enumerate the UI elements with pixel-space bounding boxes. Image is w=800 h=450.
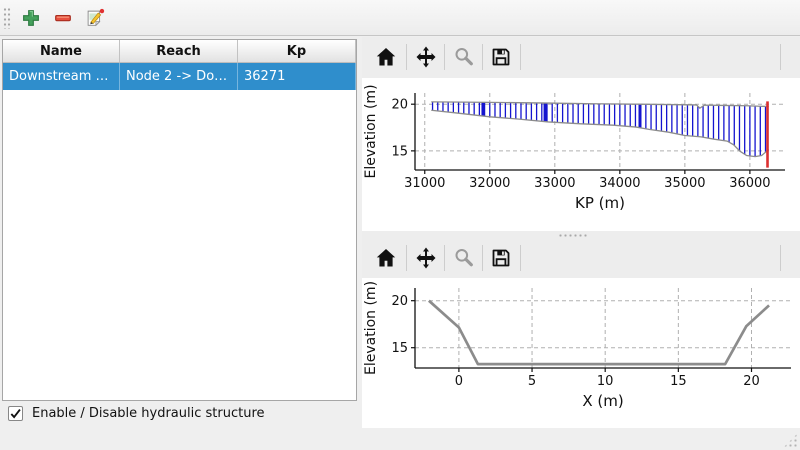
cell-kp: 36271 — [238, 63, 356, 90]
toolbar-separator — [780, 245, 781, 271]
remove-structure-button[interactable] — [51, 6, 75, 30]
table-row-selected[interactable]: Downstream weir Node 2 -> Down… 36271 — [3, 63, 356, 90]
toolbar-separator — [406, 245, 407, 271]
svg-text:32000: 32000 — [469, 176, 510, 191]
column-header-reach[interactable]: Reach — [120, 40, 238, 62]
svg-text:5: 5 — [528, 374, 536, 389]
svg-text:15: 15 — [670, 374, 687, 389]
home-button[interactable] — [374, 246, 398, 270]
pan-icon — [414, 246, 438, 270]
svg-text:20: 20 — [391, 98, 408, 113]
toolbar-drag-handle[interactable] — [3, 7, 11, 29]
enable-structure-checkbox[interactable] — [8, 406, 23, 421]
toolbar-separator — [520, 245, 521, 271]
save-icon — [489, 246, 513, 270]
svg-text:10: 10 — [597, 374, 614, 389]
cell-reach: Node 2 -> Down… — [120, 63, 238, 90]
home-icon — [374, 45, 398, 69]
zoom-button[interactable] — [452, 45, 476, 69]
enable-structure-row: Enable / Disable hydraulic structure — [8, 406, 265, 421]
check-icon — [9, 407, 22, 420]
svg-text:20: 20 — [743, 374, 760, 389]
toolbar-separator — [444, 44, 445, 70]
kp-profile-panel: 31000 32000 33000 34000 35000 36000 15 20 KP (m)… — [362, 37, 800, 231]
svg-text:36000: 36000 — [729, 176, 770, 191]
minus-icon — [52, 7, 74, 29]
edit-note-icon — [84, 7, 106, 29]
edit-structure-button[interactable] — [83, 6, 107, 30]
kp-profile-toolbar — [362, 37, 800, 77]
pan-button[interactable] — [414, 45, 438, 69]
toolbar-separator — [482, 44, 483, 70]
svg-text:Elevation (m): Elevation (m) — [363, 84, 379, 178]
cross-section-chart[interactable]: 0 5 10 15 20 15 20 X (m) Elevation (m) — [362, 278, 800, 428]
toolbar-separator — [482, 245, 483, 271]
horizontal-splitter[interactable] — [362, 231, 800, 240]
column-header-name[interactable]: Name — [3, 40, 120, 62]
main-toolbar — [0, 0, 800, 36]
pan-icon — [414, 45, 438, 69]
svg-text:15: 15 — [391, 144, 408, 159]
home-button[interactable] — [374, 45, 398, 69]
cell-name: Downstream weir — [3, 63, 120, 90]
home-icon — [374, 246, 398, 270]
enable-structure-label: Enable / Disable hydraulic structure — [32, 406, 265, 421]
svg-text:0: 0 — [455, 374, 463, 389]
zoom-button[interactable] — [452, 246, 476, 270]
svg-text:X (m): X (m) — [582, 392, 623, 410]
svg-text:35000: 35000 — [664, 176, 705, 191]
svg-text:20: 20 — [391, 294, 408, 309]
svg-text:33000: 33000 — [534, 176, 575, 191]
cross-section-toolbar — [362, 240, 800, 278]
column-header-kp[interactable]: Kp — [238, 40, 356, 62]
svg-text:KP (m): KP (m) — [575, 194, 625, 212]
magnifier-icon — [452, 45, 476, 69]
save-button[interactable] — [489, 246, 513, 270]
window-resize-grip[interactable] — [783, 433, 798, 448]
toolbar-separator — [444, 245, 445, 271]
svg-text:15: 15 — [391, 341, 408, 356]
save-icon — [489, 45, 513, 69]
cross-section-panel: 0 5 10 15 20 15 20 X (m) Elevation (m) — [362, 240, 800, 428]
svg-text:31000: 31000 — [404, 176, 445, 191]
toolbar-separator — [520, 44, 521, 70]
table-header: Name Reach Kp — [3, 40, 356, 63]
toolbar-separator — [406, 44, 407, 70]
splitter-handle-icon — [558, 234, 588, 237]
magnifier-icon — [452, 246, 476, 270]
svg-text:34000: 34000 — [599, 176, 640, 191]
plus-icon — [20, 7, 42, 29]
toolbar-separator — [780, 44, 781, 70]
add-structure-button[interactable] — [19, 6, 43, 30]
pan-button[interactable] — [414, 246, 438, 270]
svg-text:Elevation (m): Elevation (m) — [363, 281, 379, 375]
kp-profile-chart[interactable]: 31000 32000 33000 34000 35000 36000 15 20 KP (m)… — [362, 78, 800, 231]
structures-table: Name Reach Kp Downstream weir Node 2 -> … — [2, 39, 357, 401]
save-button[interactable] — [489, 45, 513, 69]
